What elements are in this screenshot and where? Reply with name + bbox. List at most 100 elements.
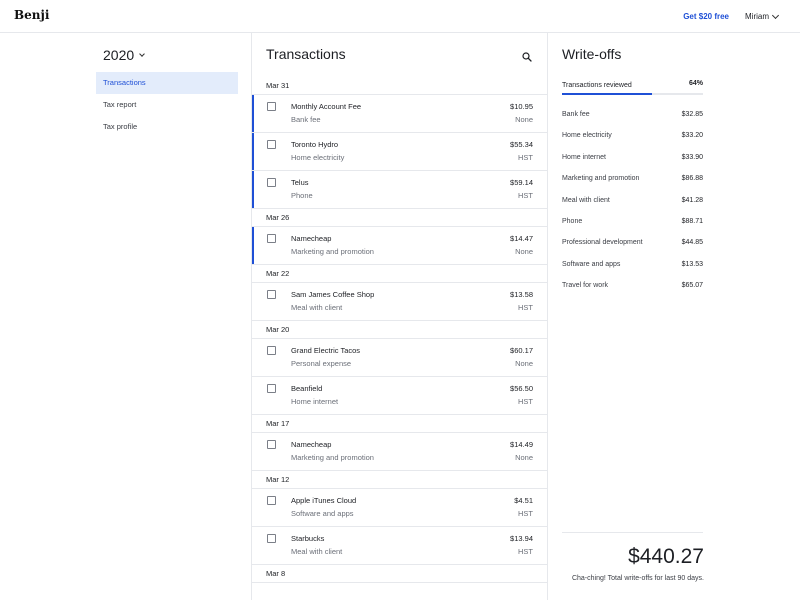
write-offs-title: Write-offs — [562, 46, 622, 62]
transaction-name: Beanfield — [291, 384, 323, 393]
transaction-row[interactable]: Namecheap Marketing and promotion $14.49 No… — [252, 433, 547, 471]
transaction-checkbox[interactable] — [267, 534, 276, 543]
write-off-category: Professional development — [562, 239, 643, 247]
transaction-checkbox[interactable] — [267, 102, 276, 111]
transaction-amount: $60.17 — [510, 346, 533, 355]
write-offs-panel: Write-offs Transactions reviewed 64% Ban… — [548, 33, 800, 600]
write-off-row: Software and apps $13.53 — [562, 261, 703, 282]
transaction-row[interactable]: Apple iTunes Cloud Software and apps $4.51… — [252, 489, 547, 527]
write-off-category: Home internet — [562, 153, 606, 161]
transactions-panel: Transactions Mar 31 Monthly Account Fee Ba… — [251, 33, 548, 600]
sidebar: 2020 Transactions Tax report Tax profile — [0, 33, 251, 600]
write-off-category: Marketing and promotion — [562, 175, 640, 183]
write-off-row: Travel for work $65.07 — [562, 282, 703, 303]
date-header: Mar 8 — [252, 565, 547, 583]
write-off-category: Home electricity — [562, 132, 612, 140]
transaction-amount: $59.14 — [510, 178, 533, 187]
transaction-checkbox[interactable] — [267, 290, 276, 299]
year-selector[interactable]: 2020 — [103, 47, 145, 63]
date-header: Mar 12 — [252, 471, 547, 489]
transaction-checkbox[interactable] — [267, 440, 276, 449]
write-off-row: Home internet $33.90 — [562, 154, 703, 175]
top-bar: Benji Get $20 free Miriam — [0, 0, 800, 33]
transaction-checkbox[interactable] — [267, 140, 276, 149]
transaction-amount: $14.49 — [510, 440, 533, 449]
transaction-name: Toronto Hydro — [291, 140, 339, 149]
transaction-amount: $4.51 — [514, 496, 533, 505]
transaction-amount: $56.50 — [510, 384, 533, 393]
transaction-amount: $55.34 — [510, 140, 533, 149]
write-off-amount: $32.85 — [681, 111, 703, 118]
transaction-checkbox[interactable] — [267, 496, 276, 505]
date-header: Mar 17 — [252, 415, 547, 433]
write-off-amount: $33.20 — [681, 132, 703, 140]
transaction-amount: $13.58 — [510, 290, 533, 299]
transaction-amount: $10.95 — [510, 102, 533, 111]
transactions-title: Transactions — [266, 46, 346, 62]
sidebar-item-tax-report[interactable]: Tax report — [96, 94, 238, 116]
progress-bar — [562, 93, 703, 95]
sidebar-nav: Transactions Tax report Tax profile — [96, 72, 238, 138]
progress-percent: 64% — [688, 80, 703, 87]
transaction-tax: HST — [518, 397, 533, 406]
transaction-category: Meal with client — [291, 303, 343, 312]
transaction-row[interactable]: Toronto Hydro Home electricity $55.34 HST — [252, 133, 547, 171]
search-icon[interactable] — [522, 52, 532, 62]
write-off-amount: $86.88 — [681, 175, 703, 183]
transaction-row[interactable]: Starbucks Meal with client $13.94 HST — [252, 527, 547, 565]
transaction-tax: HST — [518, 547, 533, 556]
transaction-tax: HST — [518, 509, 533, 518]
transaction-checkbox[interactable] — [267, 384, 276, 393]
transaction-category: Meal with client — [291, 547, 343, 556]
transaction-list: Mar 31 Monthly Account Fee Bank fee $10.95 N… — [252, 77, 547, 583]
transaction-name: Apple iTunes Cloud — [291, 496, 357, 505]
transaction-tax: HST — [518, 303, 533, 312]
write-off-amount: $65.07 — [681, 282, 703, 290]
sidebar-item-transactions[interactable]: Transactions — [96, 72, 238, 94]
divider — [562, 532, 703, 533]
total-caption: Cha-ching! Total write-offs for last 90 … — [571, 575, 704, 582]
transaction-row[interactable]: Beanfield Home internet $56.50 HST — [252, 377, 547, 415]
transaction-name: Starbucks — [291, 534, 325, 543]
transaction-tax: None — [515, 453, 533, 462]
transaction-name: Sam James Coffee Shop — [291, 290, 375, 299]
get-free-credit-link[interactable]: Get $20 free — [683, 12, 729, 21]
app-logo[interactable]: Benji — [14, 8, 49, 22]
write-off-category: Bank fee — [562, 111, 590, 118]
write-off-row: Professional development $44.85 — [562, 239, 703, 260]
write-off-category: Software and apps — [562, 260, 621, 268]
write-off-amount: $44.85 — [681, 239, 703, 247]
transaction-category: Home internet — [291, 397, 339, 406]
write-off-row: Bank fee $32.85 — [562, 111, 703, 132]
transaction-row[interactable]: Sam James Coffee Shop Meal with client $13… — [252, 283, 547, 321]
date-header: Mar 22 — [252, 265, 547, 283]
write-off-row: Phone $88.71 — [562, 218, 703, 239]
transaction-checkbox[interactable] — [267, 178, 276, 187]
write-off-amount: $33.90 — [681, 153, 703, 161]
transaction-row[interactable]: Monthly Account Fee Bank fee $10.95 None — [252, 95, 547, 133]
transaction-category: Personal expense — [291, 359, 352, 368]
transaction-checkbox[interactable] — [267, 346, 276, 355]
write-off-category: Travel for work — [562, 282, 609, 290]
transaction-tax: HST — [518, 153, 533, 162]
transaction-row[interactable]: Namecheap Marketing and promotion $14.47 No… — [252, 227, 547, 265]
date-header: Mar 31 — [252, 77, 547, 95]
write-off-list: Bank fee $32.85 Home electricity $33.20 Home… — [562, 111, 703, 304]
transaction-name: Namecheap — [291, 234, 332, 243]
transaction-row[interactable]: Grand Electric Tacos Personal expense $60.… — [252, 339, 547, 377]
write-off-row: Marketing and promotion $86.88 — [562, 175, 703, 196]
transaction-name: Grand Electric Tacos — [291, 346, 361, 355]
progress-label: Transactions reviewed — [562, 82, 632, 89]
transaction-row[interactable]: Telus Phone $59.14 HST — [252, 171, 547, 209]
transaction-amount: $13.94 — [510, 534, 533, 543]
transaction-category: Marketing and promotion — [291, 453, 374, 462]
write-off-amount: $88.71 — [681, 217, 703, 225]
write-off-category: Meal with client — [562, 196, 610, 204]
write-off-total: $440.27 — [628, 545, 704, 568]
sidebar-item-tax-profile[interactable]: Tax profile — [96, 116, 238, 138]
transaction-tax: HST — [518, 191, 533, 200]
transaction-tax: None — [515, 247, 533, 256]
user-menu[interactable]: Miriam — [745, 11, 780, 21]
transaction-checkbox[interactable] — [267, 234, 276, 243]
transaction-category: Software and apps — [291, 509, 354, 518]
